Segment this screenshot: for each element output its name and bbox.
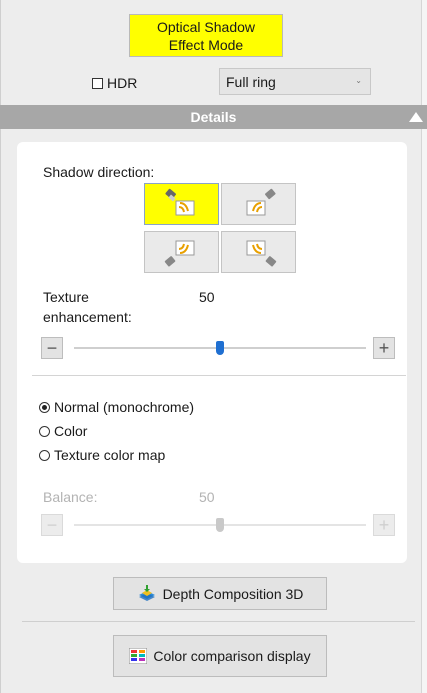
- collapse-triangle-icon[interactable]: [409, 112, 423, 122]
- radio-normal-monochrome[interactable]: Normal (monochrome): [39, 399, 194, 415]
- light-top-right-icon: [246, 188, 276, 216]
- light-top-left-icon: [164, 188, 194, 216]
- plus-icon: +: [378, 337, 390, 358]
- optical-shadow-mode-button[interactable]: Optical Shadow Effect Mode: [129, 14, 283, 57]
- texture-value: 50: [199, 289, 215, 305]
- texture-label-line1: Texture: [43, 289, 89, 305]
- optical-shadow-mode-label: Optical Shadow Effect Mode: [156, 18, 256, 53]
- section-divider: [32, 375, 406, 376]
- ring-select-value: Full ring: [226, 73, 276, 90]
- hdr-label: HDR: [107, 75, 138, 91]
- color-comparison-icon: [129, 648, 148, 664]
- hdr-checkbox-box[interactable]: [92, 77, 103, 89]
- light-bottom-right-icon: [246, 240, 276, 267]
- radio-dot[interactable]: [39, 401, 50, 413]
- shadow-direction-top-right-button[interactable]: [221, 183, 296, 225]
- radio-label: Normal (monochrome): [54, 399, 195, 415]
- details-card: Shadow direction: Texture enhancement: 5…: [17, 142, 407, 563]
- depth-composition-3d-button[interactable]: Depth Composition 3D: [113, 577, 327, 610]
- plus-icon: +: [378, 514, 390, 535]
- depth-composition-label: Depth Composition 3D: [162, 585, 304, 602]
- texture-slider-thumb[interactable]: [216, 341, 224, 355]
- balance-increase-button[interactable]: +: [373, 514, 395, 536]
- chevron-down-icon: ⌄: [355, 76, 362, 85]
- depth-composition-icon: [138, 584, 155, 601]
- texture-label-line2: enhancement:: [43, 309, 132, 325]
- hdr-checkbox[interactable]: HDR: [92, 73, 137, 93]
- radio-dot[interactable]: [39, 449, 50, 461]
- shadow-direction-top-left-button[interactable]: [144, 183, 219, 225]
- shadow-direction-label: Shadow direction:: [43, 164, 155, 180]
- details-label: Details: [190, 109, 237, 125]
- color-comparison-label: Color comparison display: [153, 648, 311, 664]
- color-comparison-button[interactable]: Color comparison display: [113, 635, 327, 677]
- details-section-header[interactable]: Details: [0, 105, 427, 129]
- balance-label: Balance:: [43, 489, 98, 505]
- ring-select[interactable]: Full ring ⌄: [219, 68, 371, 95]
- radio-dot[interactable]: [39, 425, 50, 437]
- radio-texture-color-map[interactable]: Texture color map: [39, 447, 165, 463]
- balance-slider-thumb[interactable]: [216, 518, 224, 532]
- shadow-direction-bottom-right-button[interactable]: [221, 231, 296, 273]
- texture-decrease-button[interactable]: −: [41, 337, 63, 359]
- balance-value: 50: [199, 489, 215, 505]
- radio-label: Color: [54, 423, 88, 439]
- panel-edge: [421, 0, 427, 693]
- texture-increase-button[interactable]: +: [373, 337, 395, 359]
- minus-icon: −: [46, 337, 58, 358]
- radio-label: Texture color map: [54, 447, 166, 463]
- minus-icon: −: [46, 514, 58, 535]
- balance-decrease-button[interactable]: −: [41, 514, 63, 536]
- light-bottom-left-icon: [164, 240, 194, 267]
- shadow-direction-bottom-left-button[interactable]: [144, 231, 219, 273]
- bottom-divider: [22, 621, 415, 622]
- radio-color[interactable]: Color: [39, 423, 87, 439]
